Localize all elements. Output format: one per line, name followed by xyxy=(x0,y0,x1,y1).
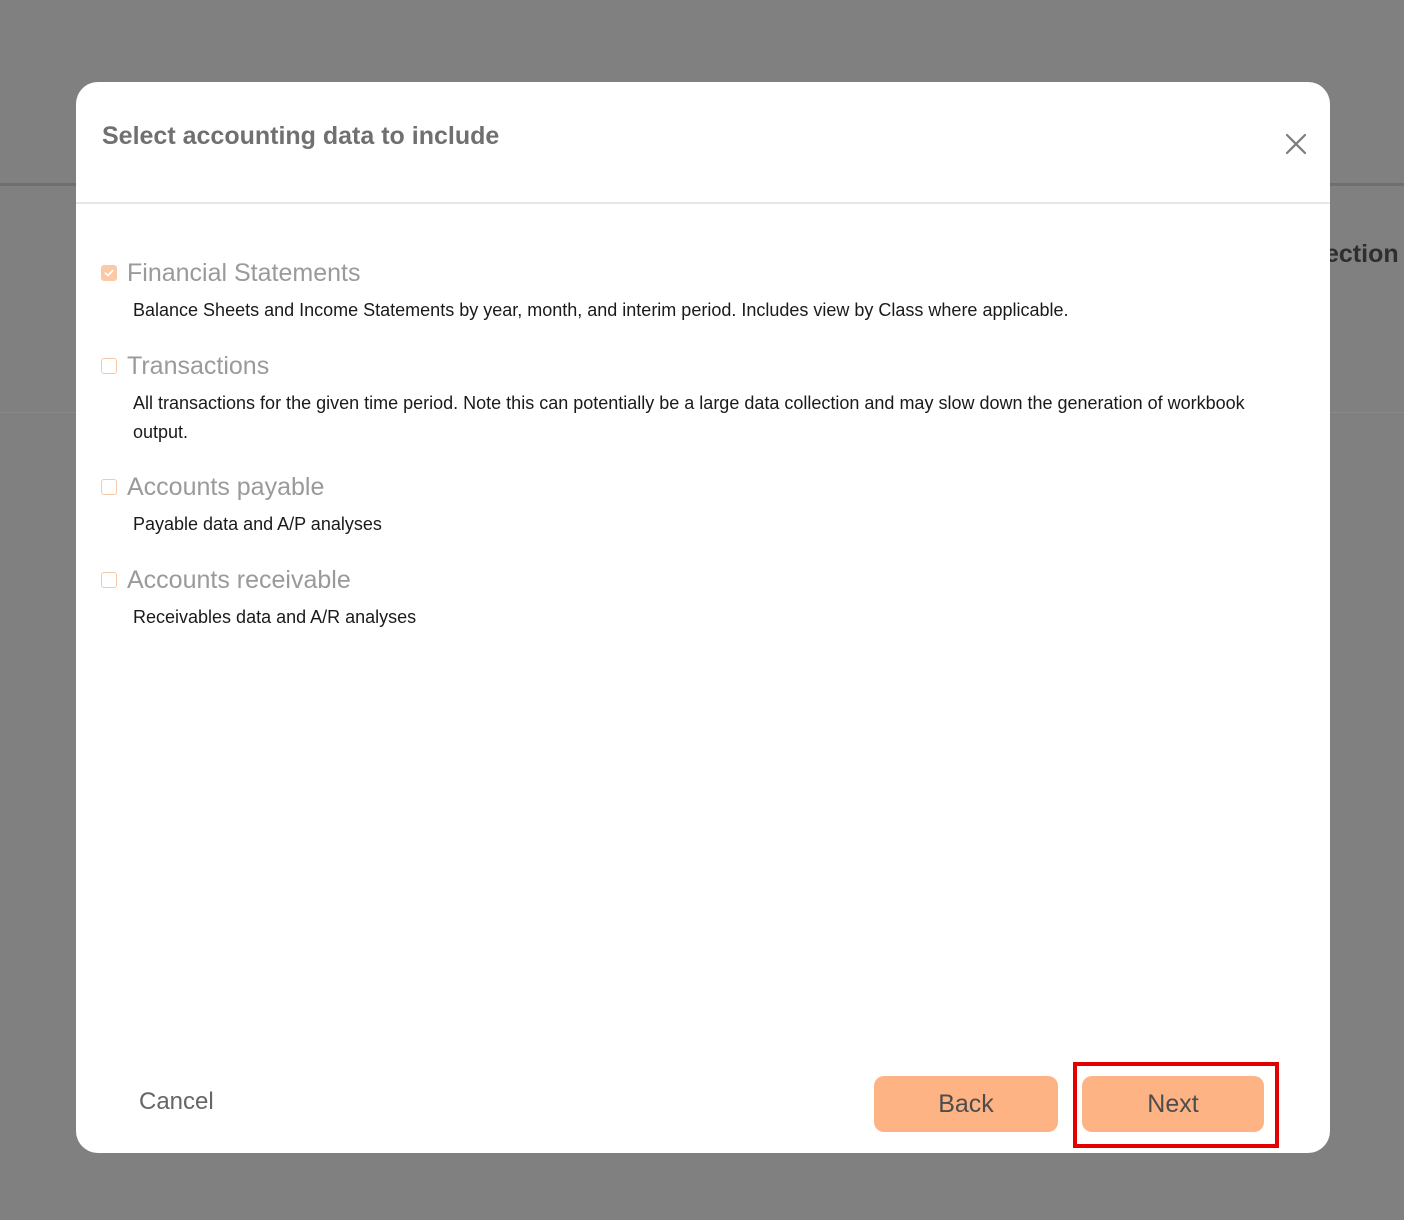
accounts-receivable-checkbox[interactable] xyxy=(101,572,117,588)
close-icon xyxy=(1285,133,1307,155)
option-transactions: Transactions All transactions for the gi… xyxy=(101,351,1301,447)
back-button[interactable]: Back xyxy=(874,1076,1058,1132)
accounts-payable-checkbox[interactable] xyxy=(101,479,117,495)
financial-statements-label[interactable]: Financial Statements xyxy=(127,258,360,288)
transactions-checkbox[interactable] xyxy=(101,358,117,374)
select-data-modal: Select accounting data to include Financ… xyxy=(76,82,1330,1153)
next-button-highlight xyxy=(1073,1062,1279,1148)
financial-statements-checkbox[interactable] xyxy=(101,265,117,281)
accounts-payable-description: Payable data and A/P analyses xyxy=(133,514,382,534)
transactions-label[interactable]: Transactions xyxy=(127,351,269,381)
modal-title: Select accounting data to include xyxy=(102,122,500,150)
accounts-receivable-description: Receivables data and A/R analyses xyxy=(133,607,417,627)
option-financial-statements: Financial Statements Balance Sheets and … xyxy=(101,258,1301,325)
close-button[interactable] xyxy=(1282,130,1310,158)
option-accounts-payable: Accounts payable Payable data and A/P an… xyxy=(101,472,1301,539)
cancel-button[interactable]: Cancel xyxy=(139,1088,214,1116)
check-icon xyxy=(104,269,114,277)
financial-statements-description: Balance Sheets and Income Statements by … xyxy=(133,300,1069,320)
accounts-payable-label[interactable]: Accounts payable xyxy=(127,472,324,502)
option-accounts-receivable: Accounts receivable Receivables data and… xyxy=(101,565,1301,632)
accounts-receivable-label[interactable]: Accounts receivable xyxy=(127,565,351,595)
transactions-description: All transactions for the given time peri… xyxy=(133,393,1245,442)
modal-header: Select accounting data to include xyxy=(76,82,1330,204)
background-section-label: ection xyxy=(1325,240,1399,268)
